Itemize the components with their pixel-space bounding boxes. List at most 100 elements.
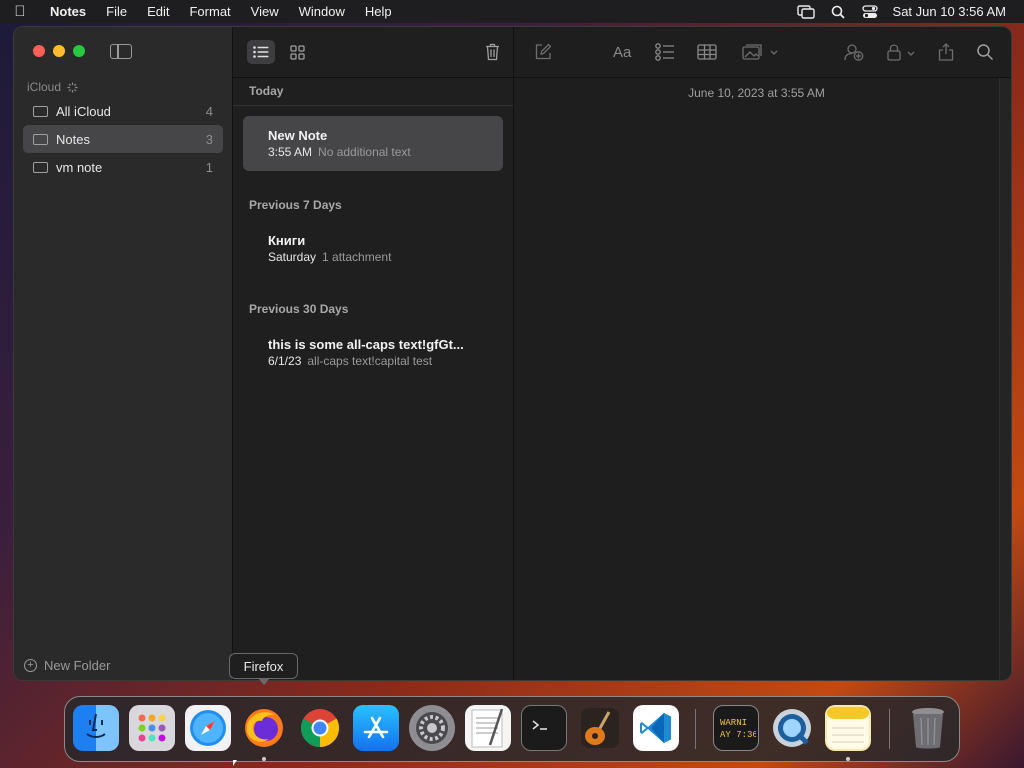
console-log-icon: WARNI AY 7:36 — [720, 718, 756, 740]
menu-help[interactable]: Help — [355, 4, 402, 19]
quicktime-icon — [773, 709, 811, 747]
dock-chrome[interactable] — [297, 705, 343, 751]
guitar-icon — [581, 708, 619, 748]
menu-window[interactable]: Window — [289, 4, 355, 19]
control-center-icon[interactable] — [861, 4, 879, 19]
group-header-label: Today — [249, 84, 284, 98]
folder-all-icloud[interactable]: All iCloud 4 — [23, 97, 223, 125]
folder-name: All iCloud — [56, 103, 111, 119]
note-meta: Saturday 1 attachment — [268, 250, 503, 264]
folder-notes[interactable]: Notes 3 — [23, 125, 223, 153]
folder-icon — [33, 105, 48, 117]
app-store-icon — [363, 716, 389, 739]
editor-scrollbar[interactable] — [999, 78, 1011, 680]
gallery-view-button[interactable] — [285, 40, 309, 64]
folder-list: All iCloud 4 Notes 3 vm note 1 — [23, 97, 223, 181]
dock-notes[interactable] — [825, 705, 871, 751]
dock-vscode[interactable] — [633, 705, 679, 751]
notes-pad-icon — [827, 707, 869, 749]
close-window-button[interactable] — [33, 45, 45, 57]
menu-bar:  Notes File Edit Format View Window Hel… — [0, 0, 1024, 23]
list-view-button[interactable] — [247, 40, 275, 64]
folder-vm-note[interactable]: vm note 1 — [23, 153, 223, 181]
syncing-spinner-icon — [67, 82, 78, 92]
apple-logo-icon[interactable]:  — [0, 3, 40, 20]
folder-count: 3 — [205, 131, 213, 147]
menu-format[interactable]: Format — [179, 4, 240, 19]
dock-separator — [889, 709, 890, 749]
media-icon[interactable] — [742, 41, 778, 63]
note-date: 3:55 AM — [268, 145, 313, 159]
firefox-icon — [245, 709, 283, 747]
sidebar-toggle-icon[interactable] — [110, 44, 132, 59]
zoom-window-button[interactable] — [73, 45, 85, 57]
note-item-knigi[interactable]: Книги Saturday 1 attachment — [243, 221, 503, 276]
settings-gear-icon — [416, 712, 448, 744]
note-title: New Note — [268, 128, 328, 143]
vscode-icon — [640, 713, 671, 743]
trash-can-icon — [912, 708, 944, 749]
share-icon[interactable] — [938, 41, 954, 63]
minimize-window-button[interactable] — [53, 45, 65, 57]
note-item-new-note[interactable]: New Note 3:55 AM No additional text — [243, 116, 503, 171]
note-preview: all-caps text!capital test — [307, 354, 433, 368]
textedit-page-icon — [471, 708, 504, 748]
safari-compass-icon — [190, 710, 226, 746]
note-preview: 1 attachment — [322, 250, 392, 264]
folders-sidebar: iCloud All iCloud 4 Notes 3 vm note 1 + … — [14, 27, 233, 680]
spotlight-search-icon[interactable] — [829, 5, 847, 19]
group-header-previous-30-days: Previous 30 Days — [249, 302, 349, 316]
dock-trash[interactable] — [905, 705, 951, 751]
list-toolbar — [233, 27, 513, 78]
screen-mirroring-icon[interactable] — [796, 4, 815, 19]
gallery-view-icon — [289, 44, 305, 60]
checklist-icon[interactable] — [655, 41, 675, 63]
compose-icon[interactable] — [534, 41, 552, 63]
lock-icon[interactable] — [886, 41, 918, 63]
collaborate-icon[interactable] — [844, 41, 864, 63]
icloud-section-header: iCloud — [27, 80, 78, 94]
window-controls — [33, 45, 85, 57]
format-text-icon[interactable]: Aa — [613, 41, 631, 63]
search-icon[interactable] — [976, 41, 994, 63]
menu-view[interactable]: View — [241, 4, 289, 19]
running-indicator-dot — [262, 757, 266, 761]
dock-app-store[interactable] — [353, 705, 399, 751]
note-title: this is some all-caps text!gfGt... — [268, 337, 464, 352]
dock-quicktime[interactable] — [769, 705, 815, 751]
table-icon[interactable] — [697, 41, 717, 63]
dock: WARNI AY 7:36 — [64, 696, 960, 762]
launchpad-grid-icon — [138, 714, 166, 742]
dock-garageband[interactable] — [577, 705, 623, 751]
menu-app-notes[interactable]: Notes — [40, 4, 96, 19]
dock-finder[interactable] — [73, 705, 119, 751]
icloud-section-label: iCloud — [27, 80, 62, 94]
note-item-all-caps[interactable]: this is some all-caps text!gfGt... 6/1/2… — [243, 325, 503, 380]
note-preview: No additional text — [318, 145, 411, 159]
menubar-clock[interactable]: Sat Jun 10 3:56 AM — [893, 4, 1006, 19]
dock-console[interactable]: WARNI AY 7:36 — [713, 705, 759, 751]
note-date: 6/1/23 — [268, 354, 302, 368]
dock-separator — [695, 709, 696, 749]
dock-firefox[interactable] — [241, 705, 287, 751]
folder-count: 4 — [205, 103, 213, 119]
dock-system-settings[interactable] — [409, 705, 455, 751]
editor-toolbar: Aa — [514, 27, 1011, 78]
note-editor: Aa June 10, 2023 at 3:55 AM — [514, 27, 1011, 680]
group-header-previous-7-days: Previous 7 Days — [249, 198, 342, 212]
new-folder-label: New Folder — [44, 658, 111, 673]
folder-name: vm note — [56, 159, 103, 175]
svg-text:AY 7:36: AY 7:36 — [720, 730, 756, 740]
finder-face-icon — [86, 713, 106, 738]
dock-textedit[interactable] — [465, 705, 511, 751]
note-meta: 6/1/23 all-caps text!capital test — [268, 354, 503, 368]
menu-edit[interactable]: Edit — [137, 4, 179, 19]
menu-file[interactable]: File — [96, 4, 137, 19]
dock-launchpad[interactable] — [129, 705, 175, 751]
delete-note-button[interactable] — [481, 40, 503, 64]
new-folder-button[interactable]: + New Folder — [24, 658, 110, 673]
svg-text:WARNI: WARNI — [720, 718, 747, 728]
dock-safari[interactable] — [185, 705, 231, 751]
notes-list: Today New Note 3:55 AM No additional text… — [233, 27, 514, 680]
dock-terminal[interactable] — [521, 705, 567, 751]
